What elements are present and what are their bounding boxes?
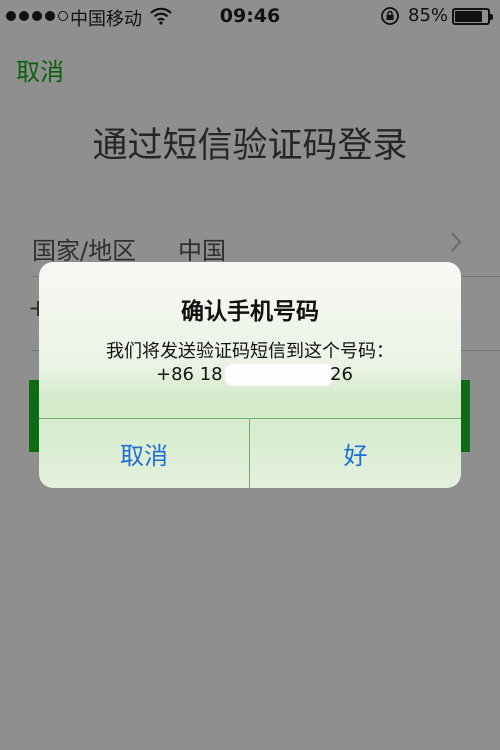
alert-title: 确认手机号码 [181,299,319,325]
alert-phone-start: +86 18 [156,364,223,385]
country-region-value: 中国 [178,237,226,265]
confirm-phone-alert: 确认手机号码 我们将发送验证码短信到这个号码： +86 18 26 取消 好 [39,262,461,488]
phone-redaction [225,364,333,386]
chevron-right-icon [450,230,462,260]
rotation-lock-icon [380,6,400,31]
battery-percentage: 85% [408,5,449,26]
country-region-label: 国家/地区 [32,237,137,265]
page-title: 通过短信验证码登录 [92,126,408,166]
alert-ok-button[interactable]: 好 [250,419,461,488]
alert-message: 我们将发送验证码短信到这个号码： [106,341,394,362]
alert-cancel-button[interactable]: 取消 [39,419,249,488]
nav-cancel-button[interactable]: 取消 [16,52,64,87]
status-bar: 中国移动 09:46 85% [0,0,500,34]
alert-phone-end: 26 [330,364,353,385]
battery-icon [452,8,493,25]
